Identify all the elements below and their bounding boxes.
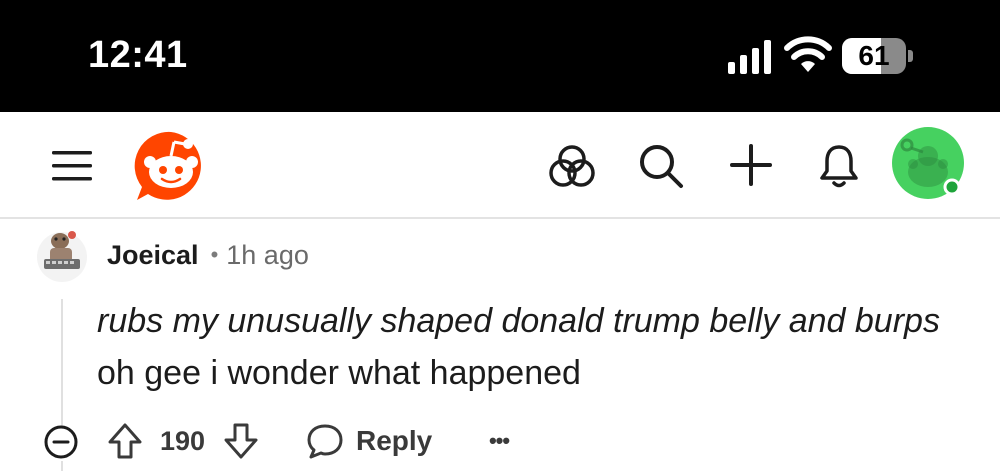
comment-actions: 190 Reply ••• [0, 419, 1000, 463]
menu-icon [52, 151, 92, 181]
profile-avatar-button[interactable] [891, 126, 965, 200]
comment: Joeical • 1h ago rubs my unusually shape… [0, 221, 1000, 471]
bell-icon [820, 145, 858, 188]
search-icon [640, 145, 683, 188]
upvote-button[interactable] [106, 421, 144, 461]
wifi-icon [784, 36, 832, 72]
reddit-logo-button[interactable] [134, 130, 208, 202]
menu-button[interactable] [48, 144, 96, 188]
comment-body-italic: rubs my unusually shaped donald trump be… [97, 302, 940, 340]
comment-meta: Joeical • 1h ago [107, 239, 309, 271]
plus-icon [730, 144, 772, 186]
collapse-icon [44, 425, 78, 459]
comment-body-plain: oh gee i wonder what happened [97, 354, 581, 392]
thread-line-continuation [61, 461, 63, 471]
reddit-logo-icon [134, 131, 201, 200]
battery-indicator: 61 [842, 38, 914, 74]
vote-count: 190 [160, 426, 206, 456]
upvote-arrow-icon [108, 423, 142, 459]
notifications-button[interactable] [816, 142, 862, 190]
commenter-avatar[interactable] [36, 225, 88, 283]
comment-bubble-icon [307, 424, 343, 459]
reply-button[interactable]: Reply [306, 419, 432, 463]
downvote-arrow-icon [224, 423, 258, 459]
comment-timestamp: 1h ago [226, 239, 309, 270]
popular-button[interactable] [548, 142, 596, 190]
status-bar: 12:41 61 [0, 0, 1000, 112]
meta-separator: • [210, 242, 219, 267]
status-time: 12:41 [88, 34, 188, 76]
reply-label: Reply [356, 425, 433, 456]
popular-icon [549, 145, 595, 187]
cellular-signal-icon [728, 40, 771, 74]
more-options-button[interactable]: ••• [484, 423, 514, 459]
battery-cap [908, 50, 913, 62]
search-button[interactable] [636, 142, 686, 190]
app-header [0, 112, 1000, 219]
user-avatar-icon [892, 127, 964, 199]
battery-percent: 61 [858, 40, 890, 71]
commenter-avatar-icon [37, 231, 87, 282]
downvote-button[interactable] [222, 421, 260, 461]
comment-author[interactable]: Joeical [107, 240, 199, 271]
collapse-thread-button[interactable] [44, 425, 78, 459]
create-post-button[interactable] [728, 142, 774, 188]
comment-body: rubs my unusually shaped donald trump be… [97, 295, 957, 399]
